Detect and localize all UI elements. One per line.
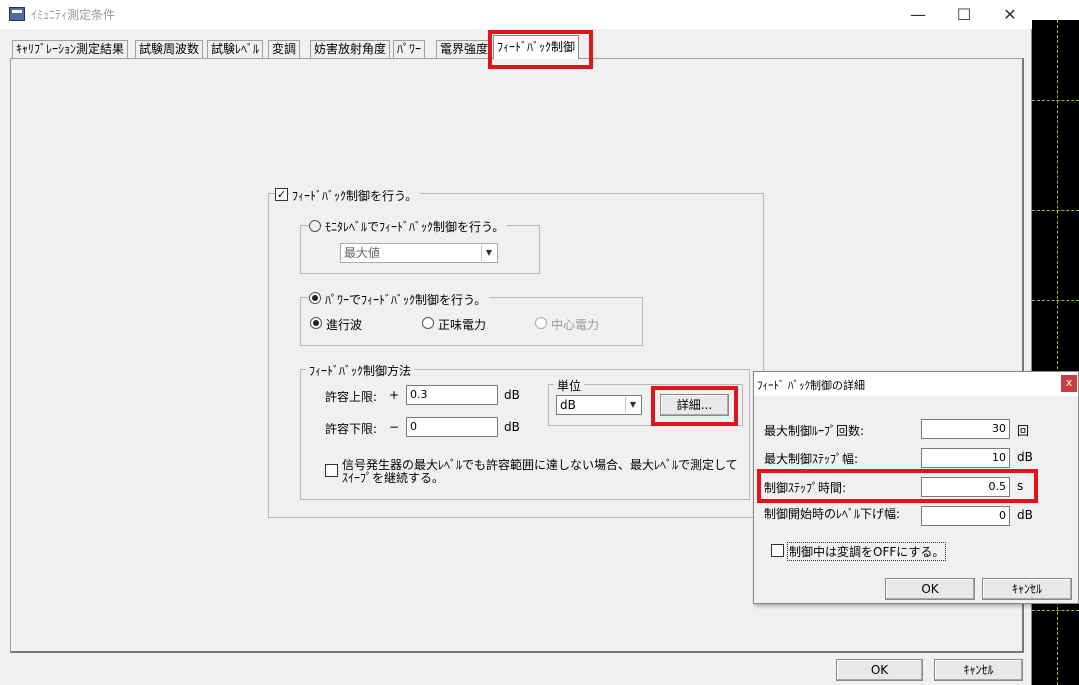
continue-sweep-checkbox[interactable] (325, 464, 338, 477)
detail-button[interactable]: 詳細... (660, 394, 729, 416)
max-loop-label: 最大制御ﾙｰﾌﾟ回数: (764, 424, 865, 438)
level-drop-label: 制御開始時のﾚﾍﾞﾙ下げ幅: (764, 507, 901, 521)
detail-cancel-button[interactable]: ｷｬﾝｾﾙ (982, 578, 1072, 600)
upper-limit-unit: dB (504, 388, 520, 402)
power-option-center-label: 中心電力 (551, 318, 600, 332)
feedback-enable-label: ﾌｨｰﾄﾞﾊﾞｯｸ制御を行う。 (289, 187, 421, 204)
feedback-detail-dialog: ﾌｨｰﾄﾞ ﾊﾞｯｸ制御の詳細 x 最大制御ﾙｰﾌﾟ回数: 30 回 最大制御ｽ… (753, 371, 1079, 604)
tab-power[interactable]: ﾊﾟﾜｰ (393, 40, 426, 58)
ok-button[interactable]: OK (836, 659, 923, 681)
feedback-enable-checkbox[interactable]: ✓ (275, 188, 288, 201)
lower-limit-sign: − (389, 420, 400, 434)
max-step-input[interactable]: 10 (921, 448, 1010, 468)
chevron-down-icon: ▼ (481, 245, 496, 261)
tab-field-strength[interactable]: 電界強度 (436, 40, 493, 58)
tab-test-level[interactable]: 試験ﾚﾍﾞﾙ (207, 40, 264, 58)
window-title: ｲﾐｭﾆﾃｨ測定条件 (31, 8, 116, 22)
level-drop-unit: dB (1017, 508, 1033, 522)
tab-modulation[interactable]: 変調 (268, 40, 301, 58)
power-option-forward-label: 進行波 (326, 318, 363, 332)
tab-test-frequency[interactable]: 試験周波数 (135, 40, 204, 58)
power-label: ﾊﾟﾜｰでﾌｨｰﾄﾞﾊﾞｯｸ制御を行う。 (322, 291, 490, 308)
upper-limit-sign: + (389, 388, 400, 402)
continue-sweep-label: 信号発生器の最大ﾚﾍﾞﾙでも許容範囲に達しない場合、最大ﾚﾍﾞﾙで測定して ｽｲ… (342, 459, 738, 485)
method-label: ﾌｨｰﾄﾞﾊﾞｯｸ制御方法 (306, 362, 415, 379)
max-loop-unit: 回 (1017, 424, 1030, 438)
monitor-select[interactable]: 最大値 ▼ (340, 243, 498, 263)
tab-calibration[interactable]: ｷｬﾘﾌﾞﾚｰｼｮﾝ測定結果 (12, 40, 129, 58)
monitor-radio[interactable] (309, 220, 321, 232)
tab-radiation-angle[interactable]: 妨害放射角度 (310, 40, 391, 58)
minimize-button[interactable]: — (895, 0, 941, 29)
upper-limit-input[interactable]: 0.3 (406, 385, 498, 405)
app-icon (9, 7, 25, 21)
power-option-net-radio[interactable] (422, 317, 434, 329)
upper-limit-label: 許容上限: (325, 390, 378, 404)
step-time-label: 制御ｽﾃｯﾌﾟ時間: (764, 481, 847, 495)
lower-limit-unit: dB (504, 420, 520, 434)
maximize-button[interactable]: ☐ (941, 0, 987, 29)
power-radio[interactable] (309, 292, 321, 304)
step-time-unit: s (1017, 479, 1024, 493)
detail-ok-button[interactable]: OK (885, 578, 975, 600)
cancel-button[interactable]: ｷｬﾝｾﾙ (934, 659, 1023, 681)
close-button[interactable]: ✕ (987, 0, 1033, 29)
mod-off-checkbox[interactable] (771, 544, 784, 557)
lower-limit-label: 許容下限: (325, 422, 378, 436)
monitor-label: ﾓﾆﾀﾚﾍﾞﾙでﾌｨｰﾄﾞﾊﾞｯｸ制御を行う。 (322, 218, 508, 235)
detail-dialog-title: ﾌｨｰﾄﾞ ﾊﾞｯｸ制御の詳細 (757, 379, 865, 392)
power-option-net-label: 正味電力 (438, 318, 487, 332)
max-step-unit: dB (1017, 450, 1033, 464)
unit-select-value: dB (560, 398, 576, 412)
unit-select[interactable]: dB ▼ (556, 395, 642, 415)
continue-sweep-label-line2: ｽｲｰﾌﾟを継続する。 (342, 471, 445, 485)
chevron-down-icon: ▼ (625, 397, 640, 413)
tab-feedback-control[interactable]: ﾌｨｰﾄﾞﾊﾞｯｸ制御 (493, 35, 580, 59)
power-option-center-radio[interactable] (535, 317, 547, 329)
mod-off-label: 制御中は変調をOFFにする。 (787, 542, 947, 561)
monitor-select-value: 最大値 (344, 246, 381, 260)
max-loop-input[interactable]: 30 (921, 419, 1010, 439)
max-step-label: 最大制御ｽﾃｯﾌﾟ幅: (764, 452, 859, 466)
lower-limit-input[interactable]: 0 (406, 417, 498, 437)
detail-title-bar: ﾌｨｰﾄﾞ ﾊﾞｯｸ制御の詳細 x (754, 372, 1078, 396)
power-option-forward-radio[interactable] (310, 317, 322, 329)
unit-group-label: 単位 (554, 377, 585, 394)
step-time-input[interactable]: 0.5 (921, 477, 1010, 497)
title-bar: ｲﾐｭﾆﾃｨ測定条件 — ☐ ✕ (0, 0, 1032, 29)
level-drop-input[interactable]: 0 (921, 506, 1010, 526)
detail-close-button[interactable]: x (1061, 375, 1077, 392)
